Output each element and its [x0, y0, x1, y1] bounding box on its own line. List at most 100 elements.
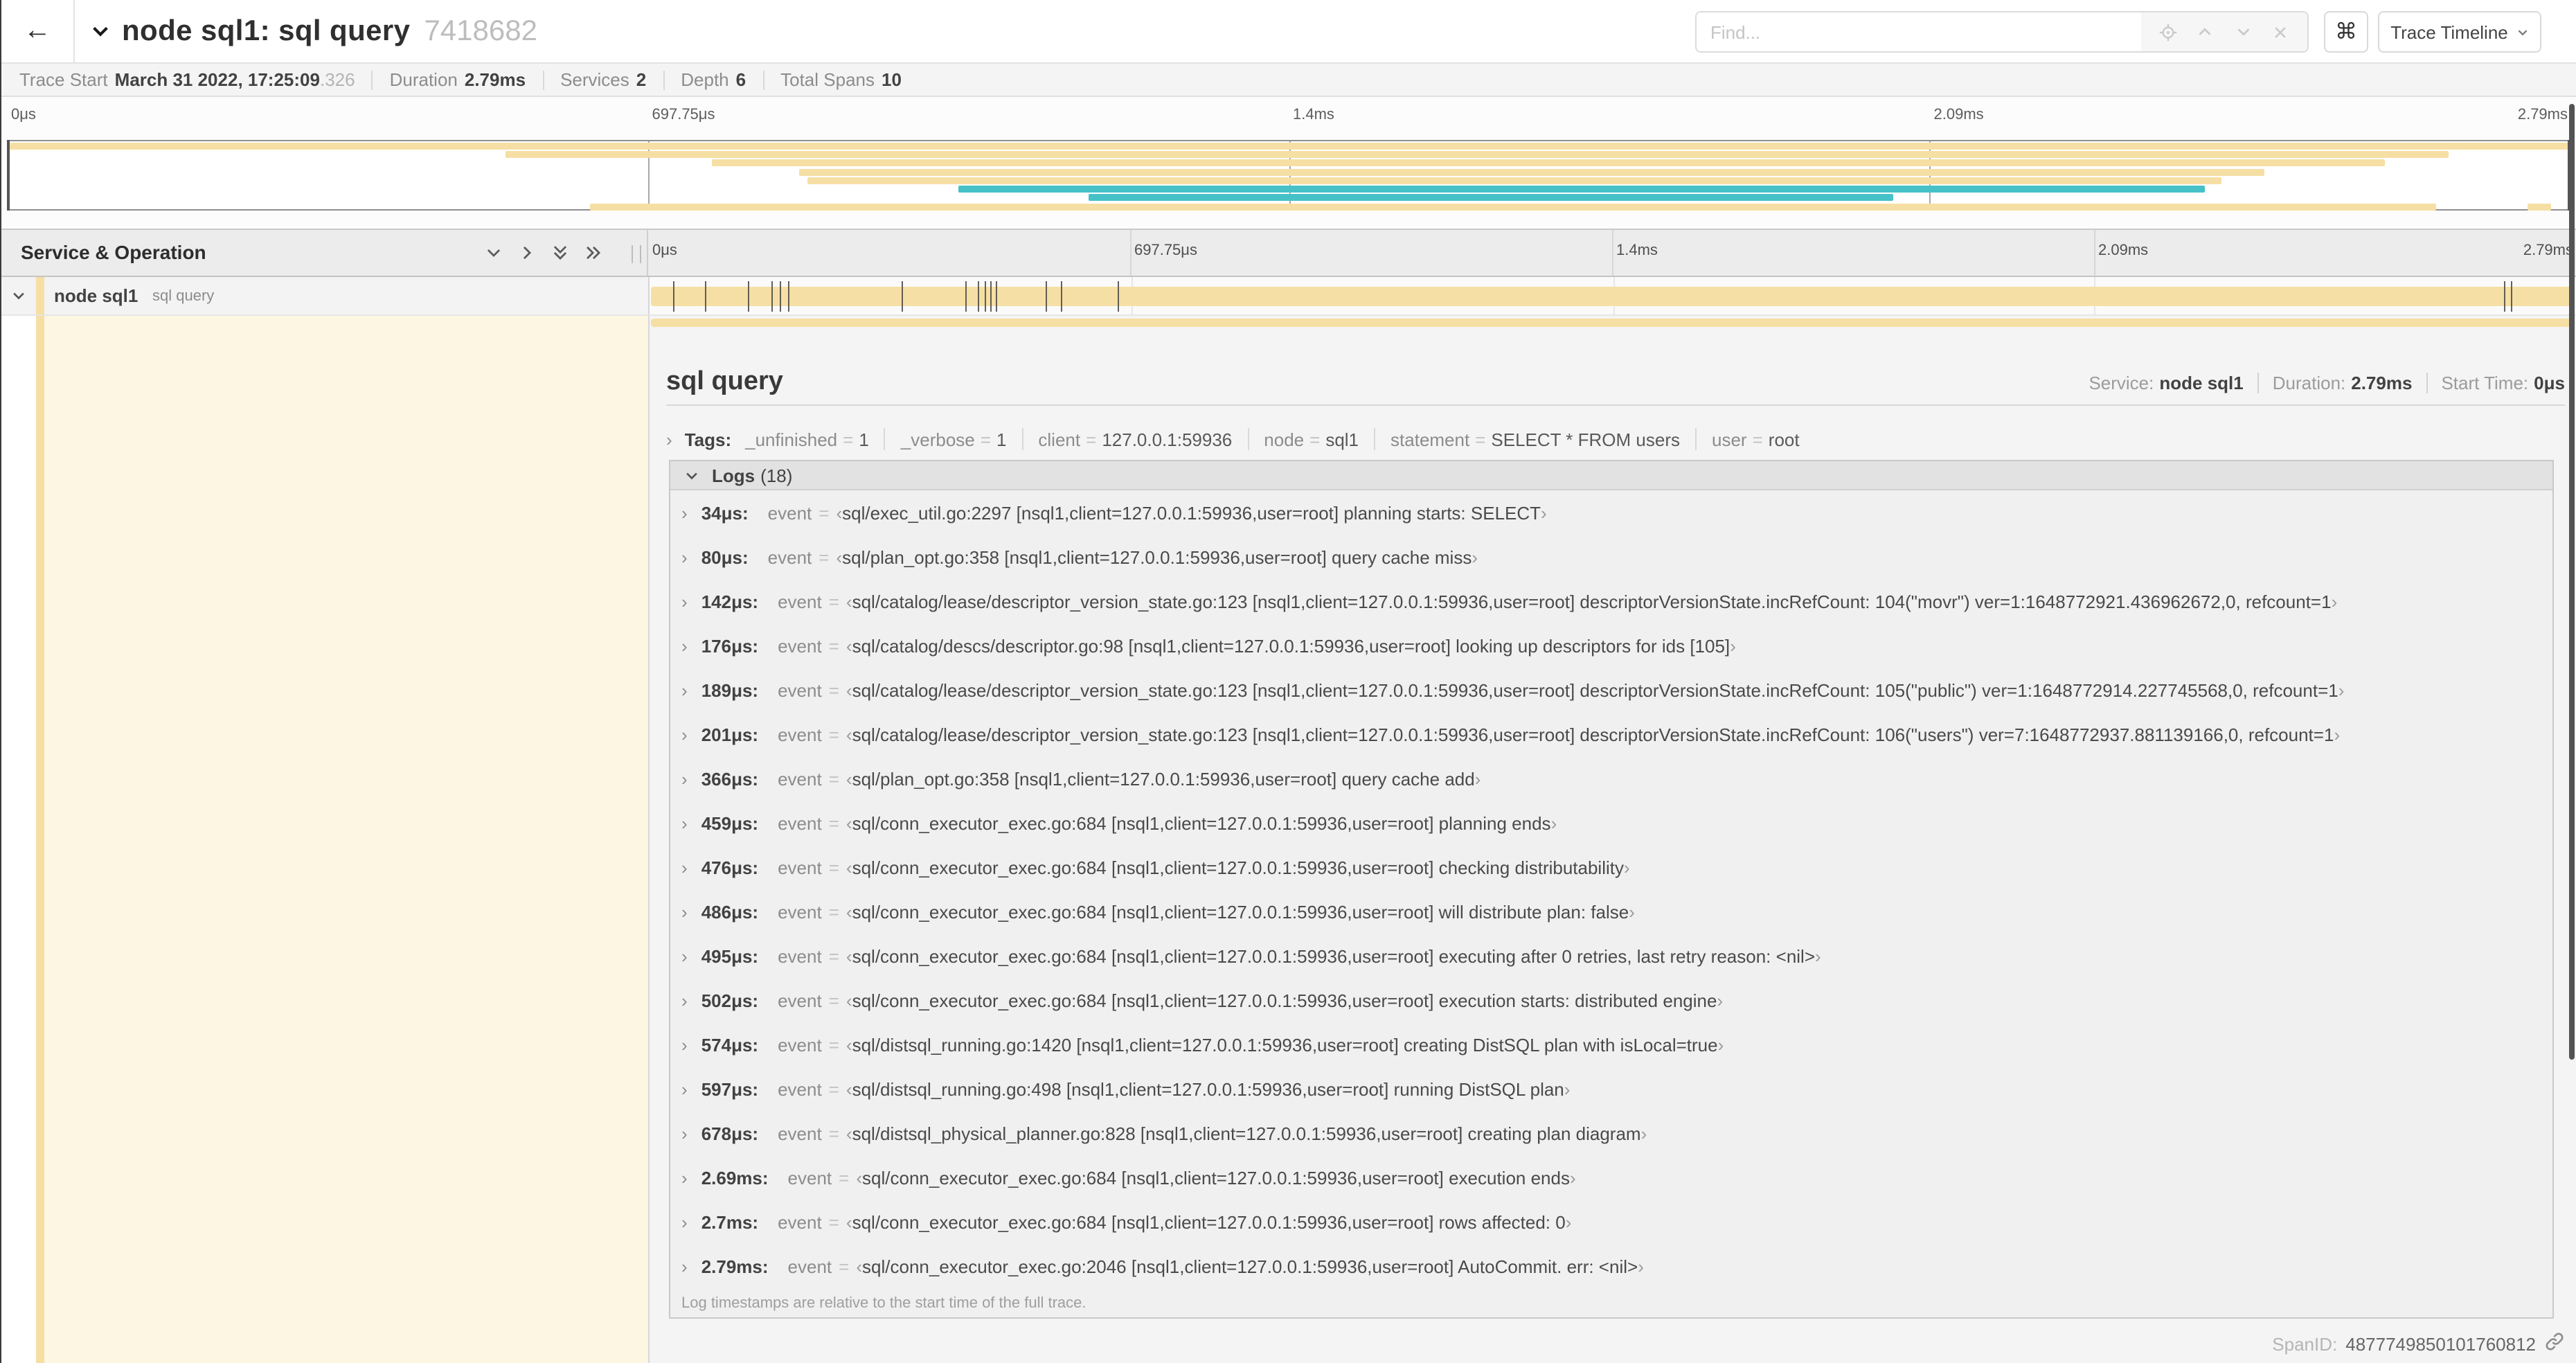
ruler-tick-label: 2.09ms [1933, 107, 1984, 123]
log-row[interactable]: › 597μs: event = ‹ sql/distsql_running.go:498… [670, 1067, 2552, 1111]
detail-divider [666, 404, 2565, 406]
log-quote-open: ‹ [846, 901, 852, 922]
chevron-right-icon: › [681, 679, 688, 700]
log-quote-close: › [1640, 1123, 1647, 1143]
log-field-key: event [778, 901, 822, 922]
log-field-value: sql/conn_executor_exec.go:2046 [nsql1,cl… [862, 1256, 1638, 1276]
log-field-value: sql/catalog/descs/descriptor.go:98 [nsql… [852, 635, 1730, 656]
duration-value: 2.79ms [2351, 373, 2413, 393]
log-row[interactable]: › 189μs: event = ‹ sql/catalog/lease/descript… [670, 668, 2552, 712]
chevron-right-icon: › [681, 724, 688, 745]
log-marker-tick [672, 281, 674, 312]
log-equals: = [819, 502, 830, 523]
log-row[interactable]: › 486μs: event = ‹ sql/conn_executor_exec.go:… [670, 889, 2552, 934]
log-row[interactable]: › 142μs: event = ‹ sql/catalog/lease/descript… [670, 579, 2552, 623]
log-row[interactable]: › 366μs: event = ‹ sql/plan_opt.go:358 [nsql1… [670, 756, 2552, 801]
find-prev-icon[interactable] [2194, 21, 2217, 43]
minimap-span-bar [799, 168, 2264, 176]
tag-value: 127.0.0.1:59936 [1102, 429, 1233, 449]
chevron-right-icon: › [681, 635, 688, 656]
log-row[interactable]: › 502μs: event = ‹ sql/conn_executor_exec.go:… [670, 978, 2552, 1022]
log-field-key: event [767, 546, 812, 567]
log-timestamp: 459μs: [701, 812, 759, 833]
back-button[interactable]: ← [1, 0, 75, 62]
log-equals: = [828, 990, 839, 1010]
find-input[interactable] [1697, 12, 2141, 51]
minimap-span-bar [8, 142, 2569, 150]
log-marker-tick [984, 281, 986, 312]
tags-list: _unfinished = 1 _verbose = 1 client = 127.0.0.1:… [745, 428, 1800, 450]
log-marker-tick [995, 281, 997, 312]
minimap-canvas[interactable] [7, 140, 2570, 211]
log-row[interactable]: › 2.69ms: event = ‹ sql/conn_executor_exec.go… [670, 1155, 2552, 1200]
expand-all-icon[interactable] [583, 243, 602, 262]
chevron-right-icon: › [681, 857, 688, 878]
log-row[interactable]: › 459μs: event = ‹ sql/conn_executor_exec.go:… [670, 801, 2552, 845]
log-row[interactable]: › 201μs: event = ‹ sql/catalog/lease/descript… [670, 712, 2552, 756]
minimap-left-handle[interactable] [7, 140, 10, 211]
log-field-key: event [778, 857, 822, 878]
logs-header[interactable]: Logs (18) [670, 461, 2552, 490]
log-row[interactable]: › 80μs: event = ‹ sql/plan_opt.go:358 [nsql1,… [670, 535, 2552, 579]
find-next-icon[interactable] [2232, 21, 2254, 43]
minimap-span-bar [712, 159, 2385, 167]
log-row[interactable]: › 2.7ms: event = ‹ sql/conn_executor_exec.go:… [670, 1200, 2552, 1244]
span-title: sql query [666, 367, 783, 396]
scrollbar-thumb[interactable] [2569, 104, 2575, 1060]
log-field-value: sql/conn_executor_exec.go:684 [nsql1,cli… [852, 990, 1717, 1010]
collapse-trace-chevron-icon[interactable] [90, 21, 111, 42]
log-quote-close: › [1717, 1034, 1724, 1055]
collapse-one-icon[interactable] [483, 243, 503, 262]
log-row[interactable]: › 176μs: event = ‹ sql/catalog/descs/descript… [670, 623, 2552, 668]
span-duration-bar[interactable] [651, 281, 2575, 312]
locate-icon[interactable] [2156, 21, 2179, 43]
tag-item: node = sql1 [1264, 429, 1359, 449]
log-field-value: sql/distsql_physical_planner.go:828 [nsq… [852, 1123, 1641, 1143]
collapse-all-icon[interactable] [550, 243, 569, 262]
log-row[interactable]: › 495μs: event = ‹ sql/conn_executor_exec.go:… [670, 934, 2552, 978]
tag-item: _unfinished = 1 [745, 429, 869, 449]
log-row[interactable]: › 34μs: event = ‹ sql/exec_util.go:2297 [nsql… [670, 490, 2552, 535]
log-field-value: sql/distsql_running.go:1420 [nsql1,clien… [852, 1034, 1718, 1055]
log-quote-open: ‹ [846, 1123, 852, 1143]
tag-divider [1021, 428, 1023, 450]
detail-span-bar [651, 319, 2575, 327]
find-box [1695, 11, 2309, 53]
log-row[interactable]: › 2.79ms: event = ‹ sql/conn_executor_exec.go… [670, 1244, 2552, 1288]
span-collapse-chevron-icon[interactable] [11, 288, 26, 303]
log-field-key: event [778, 1078, 822, 1099]
chevron-right-icon: › [681, 901, 688, 922]
log-quote-open: ‹ [846, 1034, 852, 1055]
chevron-right-icon: › [681, 1211, 688, 1232]
chevron-right-icon: › [681, 1167, 688, 1188]
log-field-value: sql/conn_executor_exec.go:684 [nsql1,cli… [852, 857, 1624, 878]
expand-one-icon[interactable] [517, 243, 536, 262]
log-quote-open: ‹ [846, 724, 852, 745]
log-field-value: sql/plan_opt.go:358 [nsql1,client=127.0.… [852, 768, 1475, 789]
log-row[interactable]: › 574μs: event = ‹ sql/distsql_running.go:142… [670, 1022, 2552, 1067]
log-field-value: sql/conn_executor_exec.go:684 [nsql1,cli… [852, 901, 1629, 922]
span-row[interactable]: node sql1 sql query [1, 277, 2576, 316]
tags-accordion[interactable]: › Tags: _unfinished = 1 _verbose = 1 client = 12… [666, 421, 2565, 457]
log-row[interactable]: › 678μs: event = ‹ sql/distsql_physical_plann… [670, 1111, 2552, 1155]
log-field-key: event [767, 502, 812, 523]
start-time-label: Start Time: [2441, 373, 2529, 393]
log-field-value: sql/exec_util.go:2297 [nsql1,client=127.… [842, 502, 1541, 523]
log-row[interactable]: › 476μs: event = ‹ sql/conn_executor_exec.go:… [670, 845, 2552, 889]
ruler-tick-label: 1.4ms [1293, 107, 1334, 123]
link-icon[interactable] [2544, 1331, 2565, 1356]
log-field-key: event [778, 768, 822, 789]
clear-find-icon[interactable] [2270, 21, 2292, 43]
span-meta: Service: node sql1 Duration: 2.79ms Star… [2088, 373, 2565, 393]
gridline [1612, 230, 1613, 276]
column-resizer-grip[interactable] [632, 245, 641, 263]
tag-equals: = [843, 429, 854, 449]
chevron-right-icon: › [681, 1034, 688, 1055]
keyboard-shortcuts-button[interactable]: ⌘ [2324, 11, 2368, 53]
log-timestamp: 189μs: [701, 679, 759, 700]
log-quote-open: ‹ [846, 635, 852, 656]
trace-view-dropdown[interactable]: Trace Timeline [2378, 11, 2541, 53]
ruler-tick-label: 697.75μs [1134, 242, 1197, 259]
log-quote-open: ‹ [846, 990, 852, 1010]
log-field-key: event [778, 635, 822, 656]
